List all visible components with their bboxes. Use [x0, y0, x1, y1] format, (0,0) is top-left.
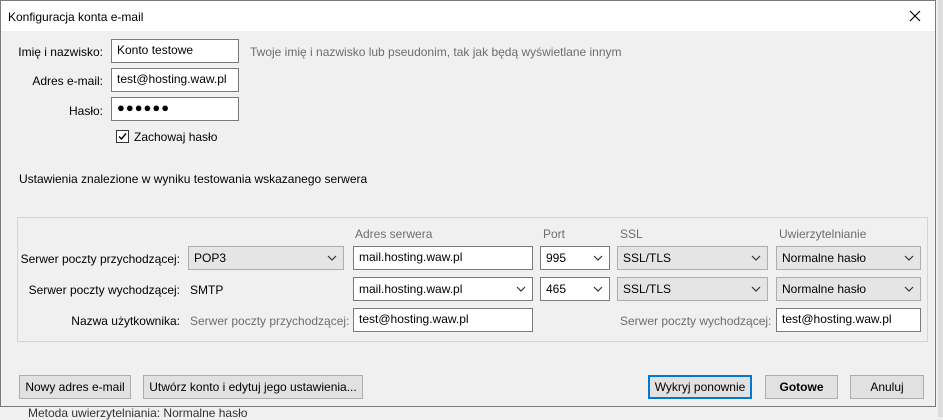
password-input[interactable]: ●●●●●●	[111, 97, 239, 121]
outgoing-address-combobox[interactable]: mail.hosting.waw.pl	[353, 277, 533, 301]
incoming-protocol-value: POP3	[194, 251, 227, 265]
column-auth: Uwierzytelnianie	[779, 227, 867, 241]
username-outgoing-label: Serwer poczty wychodzącej:	[620, 314, 772, 328]
background-window-text: Metoda uwierzytelniania: Normalne hasło	[28, 406, 248, 420]
chevron-down-icon	[593, 255, 603, 261]
done-button[interactable]: Gotowe	[765, 375, 838, 399]
chevron-down-icon	[593, 286, 603, 292]
username-label: Nazwa użytkownika:	[71, 314, 180, 328]
outgoing-protocol: SMTP	[190, 283, 224, 297]
username-outgoing-input[interactable]: test@hosting.waw.pl	[776, 308, 921, 332]
outgoing-port-value: 465	[546, 282, 567, 296]
chevron-down-icon	[327, 255, 337, 261]
outgoing-server-label: Serwer poczty wychodzącej:	[28, 283, 180, 297]
incoming-ssl-select[interactable]: SSL/TLS	[617, 246, 768, 270]
incoming-server-label: Serwer poczty przychodzącej:	[20, 252, 180, 266]
detect-again-button[interactable]: Wykryj ponownie	[648, 375, 752, 399]
close-icon	[909, 10, 921, 22]
cancel-button[interactable]: Anuluj	[850, 375, 924, 399]
username-incoming-label: Serwer poczty przychodzącej:	[190, 314, 350, 328]
chevron-down-icon	[751, 286, 761, 292]
incoming-port-value: 995	[546, 251, 567, 265]
background-window-edge	[938, 0, 943, 417]
chevron-down-icon	[904, 255, 914, 261]
close-button[interactable]	[895, 1, 935, 31]
incoming-protocol-select[interactable]: POP3	[188, 246, 344, 270]
chevron-down-icon	[516, 286, 526, 292]
column-port: Port	[543, 227, 566, 241]
incoming-ssl-value: SSL/TLS	[623, 251, 672, 265]
password-label: Hasło:	[68, 104, 103, 118]
create-and-edit-account-button[interactable]: Utwórz konto i edytuj jego ustawienia...	[143, 375, 363, 399]
email-label: Adres e-mail:	[32, 74, 103, 88]
server-settings-panel: Adres serwera Port SSL Uwierzytelnianie …	[17, 217, 928, 342]
column-address: Adres serwera	[355, 227, 433, 241]
column-ssl: SSL	[620, 227, 643, 241]
name-label: Imię i nazwisko:	[18, 45, 103, 59]
window-title: Konfiguracja konta e-mail	[8, 10, 144, 24]
incoming-address-input[interactable]: mail.hosting.waw.pl	[353, 246, 533, 270]
new-email-address-button[interactable]: Nowy adres e-mail	[19, 375, 131, 399]
name-input[interactable]: Konto testowe	[111, 39, 239, 63]
incoming-auth-value: Normalne hasło	[782, 251, 867, 265]
title-bar: Konfiguracja konta e-mail	[1, 1, 935, 31]
outgoing-port-select[interactable]: 465	[540, 277, 610, 301]
outgoing-address-value: mail.hosting.waw.pl	[359, 282, 463, 296]
account-setup-dialog: Konfiguracja konta e-mail Imię i nazwisk…	[0, 0, 936, 407]
incoming-auth-select[interactable]: Normalne hasło	[776, 246, 921, 270]
outgoing-auth-value: Normalne hasło	[782, 282, 867, 296]
remember-password-label[interactable]: Zachowaj hasło	[134, 130, 217, 144]
remember-password-checkbox[interactable]	[116, 130, 129, 143]
name-hint: Twoje imię i nazwisko lub pseudonim, tak…	[250, 45, 622, 59]
chevron-down-icon	[904, 286, 914, 292]
outgoing-ssl-value: SSL/TLS	[623, 282, 672, 296]
incoming-port-select[interactable]: 995	[540, 246, 610, 270]
username-incoming-input[interactable]: test@hosting.waw.pl	[353, 308, 533, 332]
outgoing-ssl-select[interactable]: SSL/TLS	[617, 277, 768, 301]
email-input[interactable]: test@hosting.waw.pl	[111, 68, 239, 92]
status-text: Ustawienia znalezione w wyniku testowani…	[19, 172, 368, 186]
outgoing-auth-select[interactable]: Normalne hasło	[776, 277, 921, 301]
chevron-down-icon	[751, 255, 761, 261]
checkmark-icon	[118, 133, 127, 141]
